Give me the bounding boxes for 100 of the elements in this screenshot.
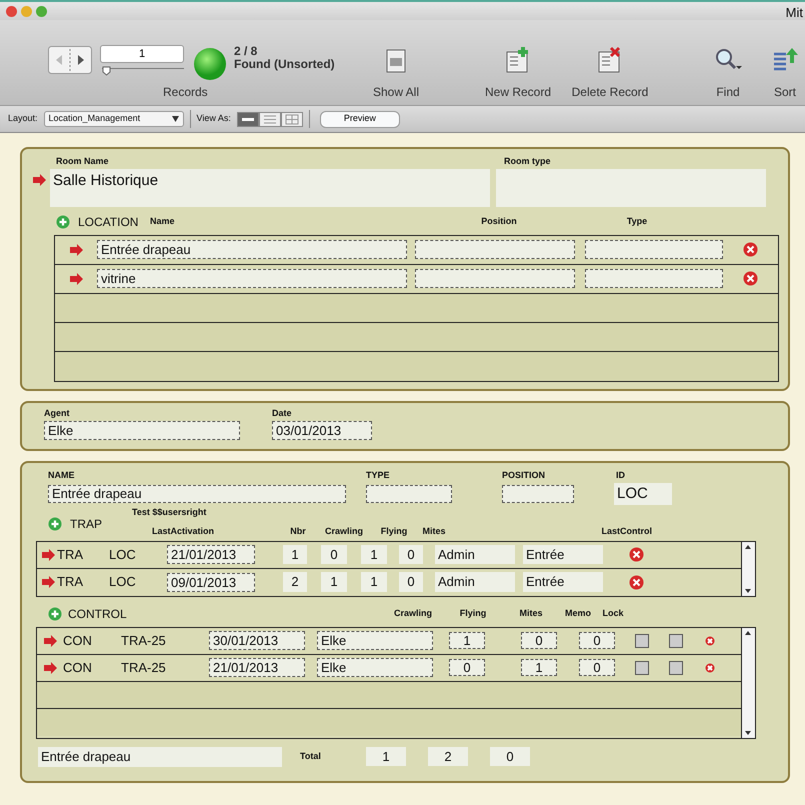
field-label: TYPE bbox=[366, 469, 391, 482]
type-field[interactable] bbox=[585, 269, 723, 288]
date-field[interactable]: 03/01/2013 bbox=[272, 420, 372, 440]
count-field[interactable]: 1 bbox=[283, 544, 307, 564]
arrow-icon[interactable] bbox=[41, 576, 55, 588]
column-header: Flying bbox=[458, 606, 488, 620]
field-label: Agent bbox=[44, 407, 70, 420]
room-type-field[interactable] bbox=[496, 168, 766, 206]
arrow-icon[interactable] bbox=[69, 272, 83, 284]
form-view-button[interactable] bbox=[236, 112, 259, 126]
control-date-field[interactable]: 30/01/2013 bbox=[209, 631, 305, 650]
toolbar-button[interactable]: Show All bbox=[374, 46, 418, 101]
control-date-field[interactable]: 21/01/2013 bbox=[209, 658, 305, 677]
mites-field[interactable]: 0 bbox=[399, 544, 423, 564]
column-header: LastActivation bbox=[152, 525, 216, 538]
field-label: Room Name bbox=[56, 155, 110, 168]
agent-field[interactable]: Elke bbox=[317, 658, 433, 677]
delete-icon[interactable] bbox=[629, 547, 644, 562]
name-field[interactable]: Entrée drapeau bbox=[48, 484, 346, 502]
type-field[interactable] bbox=[585, 240, 723, 259]
crawling-field[interactable]: 1 bbox=[449, 632, 485, 649]
last-activation-field[interactable]: 21/01/2013 bbox=[167, 545, 255, 564]
arrow-icon[interactable] bbox=[69, 244, 83, 256]
crawling-field[interactable]: 0 bbox=[321, 544, 347, 564]
field-label: Date bbox=[272, 407, 292, 420]
delete-icon[interactable] bbox=[629, 574, 644, 590]
lock-checkbox[interactable] bbox=[669, 634, 683, 648]
room-name-field[interactable]: Salle Historique bbox=[50, 168, 490, 206]
toolbar-button[interactable]: Delete Record bbox=[564, 46, 656, 101]
mites-field[interactable]: 0 bbox=[579, 659, 615, 676]
memo-checkbox[interactable] bbox=[635, 634, 649, 648]
position-field[interactable] bbox=[502, 484, 574, 502]
section-label: TRAP bbox=[70, 516, 102, 532]
flying-field[interactable]: 1 bbox=[361, 572, 387, 592]
agent-field[interactable]: Elke bbox=[44, 420, 240, 440]
mites-field[interactable]: 0 bbox=[579, 632, 615, 649]
arrow-icon[interactable] bbox=[32, 174, 46, 186]
toolbar-button[interactable]: New Record bbox=[478, 46, 558, 101]
location-name-field: Entrée drapeau bbox=[38, 746, 282, 766]
view-as-label: View As: bbox=[196, 112, 231, 126]
count-field[interactable]: 2 bbox=[283, 572, 307, 592]
delete-icon[interactable] bbox=[705, 636, 715, 646]
slider-thumb[interactable] bbox=[102, 66, 111, 76]
window-title: Mit bbox=[786, 4, 803, 22]
flying-field[interactable]: 1 bbox=[361, 544, 387, 564]
total-value: 1 bbox=[366, 746, 406, 766]
memo-checkbox[interactable] bbox=[635, 660, 649, 674]
location-name-field[interactable]: Entrée drapeau bbox=[97, 240, 407, 259]
trap-reference: TRA-25 bbox=[121, 658, 167, 677]
last-activation-field[interactable]: 09/01/2013 bbox=[167, 572, 255, 592]
window-control[interactable] bbox=[6, 6, 17, 17]
column-header: Nbr bbox=[289, 525, 307, 538]
list-view-button[interactable] bbox=[258, 112, 281, 126]
user-field[interactable]: Admin bbox=[435, 544, 515, 564]
record-navigation-arrows[interactable] bbox=[48, 46, 92, 74]
position-field[interactable] bbox=[415, 240, 575, 259]
add-icon[interactable] bbox=[48, 606, 62, 620]
trap-location: LOC bbox=[109, 546, 137, 564]
record-slider[interactable] bbox=[100, 66, 186, 76]
status-circle-icon bbox=[193, 47, 227, 81]
record-count: 2 / 8 bbox=[234, 43, 258, 59]
id-field: LOC bbox=[614, 482, 672, 504]
column-header: Lock bbox=[601, 606, 624, 620]
records-label: Records bbox=[163, 84, 208, 101]
location-name-field[interactable]: vitrine bbox=[97, 269, 407, 288]
layout-dropdown[interactable]: Location_Management bbox=[44, 111, 184, 127]
scroll-bar[interactable] bbox=[741, 628, 755, 738]
record-number-field[interactable]: 1 bbox=[100, 45, 184, 63]
preview-button[interactable]: Preview bbox=[320, 110, 400, 128]
table-view-button[interactable] bbox=[280, 112, 303, 126]
arrow-icon[interactable] bbox=[41, 548, 55, 560]
trap-type: TRA bbox=[57, 573, 84, 592]
add-icon[interactable] bbox=[56, 214, 70, 228]
scroll-bar[interactable] bbox=[741, 542, 755, 596]
flying-field[interactable]: 0 bbox=[521, 632, 557, 649]
toolbar-button[interactable]: Find bbox=[712, 46, 744, 101]
last-control-field[interactable]: Entrée bbox=[523, 544, 603, 564]
toolbar-button[interactable]: Sort bbox=[770, 46, 800, 101]
add-icon[interactable] bbox=[48, 516, 62, 530]
type-field[interactable] bbox=[366, 484, 452, 502]
delete-icon[interactable] bbox=[743, 242, 758, 257]
user-field[interactable]: Admin bbox=[435, 572, 515, 592]
crawling-field[interactable]: 1 bbox=[321, 572, 347, 592]
column-header: Mites bbox=[518, 606, 544, 620]
arrow-icon[interactable] bbox=[43, 634, 57, 646]
lock-checkbox[interactable] bbox=[669, 660, 683, 674]
delete-icon[interactable] bbox=[743, 271, 758, 286]
total-value: 0 bbox=[490, 746, 530, 766]
column-header: Flying bbox=[380, 525, 408, 538]
column-header: Name bbox=[150, 214, 176, 228]
last-control-field[interactable]: Entrée bbox=[523, 572, 603, 592]
position-field[interactable] bbox=[415, 269, 575, 288]
field-label: POSITION bbox=[502, 469, 546, 482]
delete-icon[interactable] bbox=[705, 662, 715, 672]
flying-field[interactable]: 1 bbox=[521, 659, 557, 676]
column-header: Crawling bbox=[324, 525, 364, 538]
crawling-field[interactable]: 0 bbox=[449, 659, 485, 676]
arrow-icon[interactable] bbox=[43, 662, 57, 674]
agent-field[interactable]: Elke bbox=[317, 631, 433, 650]
mites-field[interactable]: 0 bbox=[399, 572, 423, 592]
